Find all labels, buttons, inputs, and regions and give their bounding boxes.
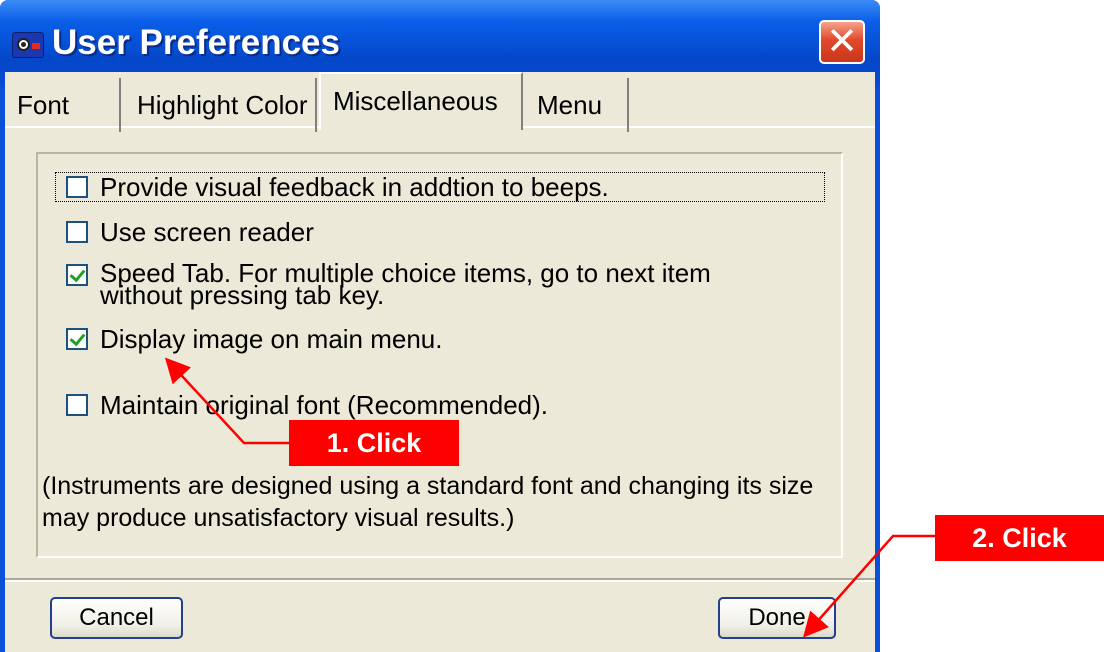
annotation-arrows — [164, 357, 935, 638]
step1-arrow — [164, 357, 289, 445]
step2-arrow — [803, 534, 935, 638]
